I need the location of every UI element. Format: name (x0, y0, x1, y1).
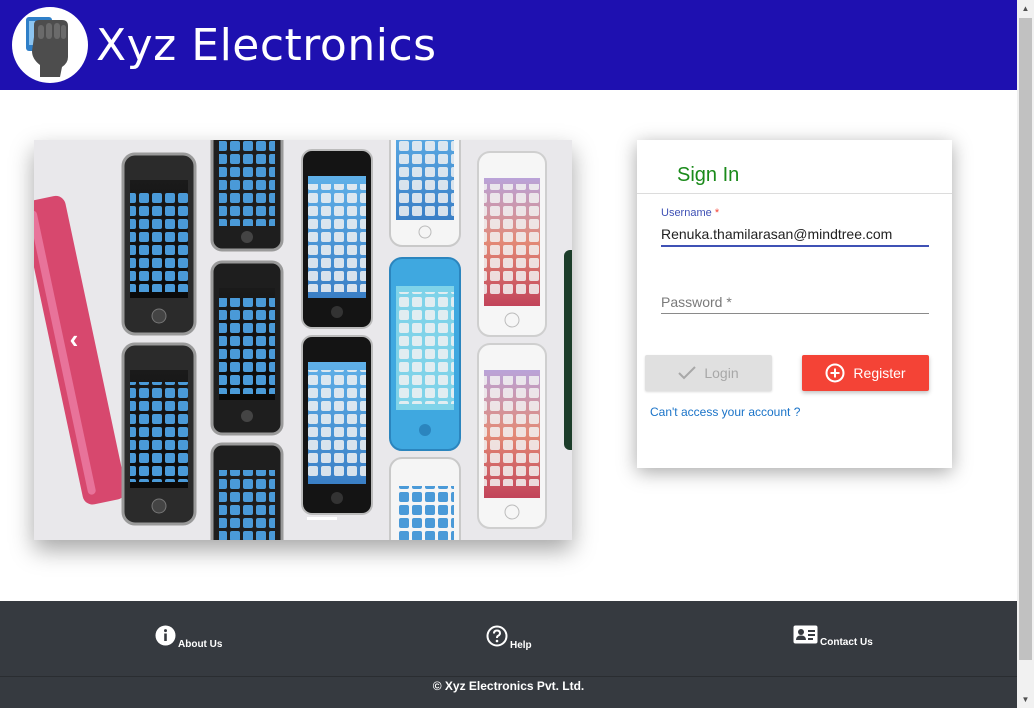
register-button[interactable]: Register (802, 355, 929, 391)
scroll-up-arrow-icon[interactable]: ▲ (1017, 0, 1034, 17)
scroll-down-arrow-icon[interactable]: ▼ (1017, 691, 1034, 708)
username-field[interactable] (661, 223, 929, 247)
required-mark: * (714, 207, 720, 219)
phones-slide-image (34, 140, 572, 540)
footer: About Us Help Contact Us © Xyz Electroni… (0, 601, 1017, 708)
about-us-label: About Us (178, 639, 223, 650)
cant-access-link[interactable]: Can't access your account ? (650, 405, 800, 419)
contact-us-link[interactable]: Contact Us (793, 625, 873, 649)
check-icon (678, 366, 697, 380)
help-label: Help (510, 640, 532, 651)
contact-us-label: Contact Us (820, 637, 873, 648)
divider (637, 193, 952, 194)
vertical-scrollbar[interactable]: ▲ ▼ (1017, 0, 1034, 708)
signin-title: Sign In (677, 164, 740, 186)
carousel-prev-button[interactable]: ‹ (62, 324, 86, 354)
product-carousel[interactable]: ‹ (34, 140, 572, 540)
help-link[interactable]: Help (486, 625, 532, 652)
contact-card-icon (793, 625, 818, 649)
copyright-text: © Xyz Electronics Pvt. Ltd. (432, 679, 585, 693)
carousel-indicator[interactable] (307, 517, 337, 520)
username-label: Username * (661, 207, 719, 219)
register-button-label: Register (853, 365, 906, 381)
info-icon (155, 625, 176, 651)
about-us-link[interactable]: About Us (155, 625, 222, 651)
hand-holding-phone-icon (26, 17, 68, 77)
scroll-thumb[interactable] (1019, 18, 1032, 660)
app-title: Xyz Electronics (96, 20, 437, 71)
carousel-indicators (307, 517, 337, 521)
help-icon (486, 625, 508, 652)
login-button[interactable]: Login (645, 355, 772, 391)
login-button-label: Login (704, 365, 739, 381)
username-label-text: Username (661, 207, 712, 219)
logo[interactable] (12, 7, 88, 83)
add-circle-icon (825, 363, 845, 383)
signin-card: Sign In Username * Login Register Can't … (637, 140, 952, 468)
chevron-left-icon: ‹ (69, 324, 79, 354)
password-field[interactable] (661, 290, 929, 314)
footer-divider (0, 676, 1017, 677)
app-header: Xyz Electronics (0, 0, 1017, 90)
